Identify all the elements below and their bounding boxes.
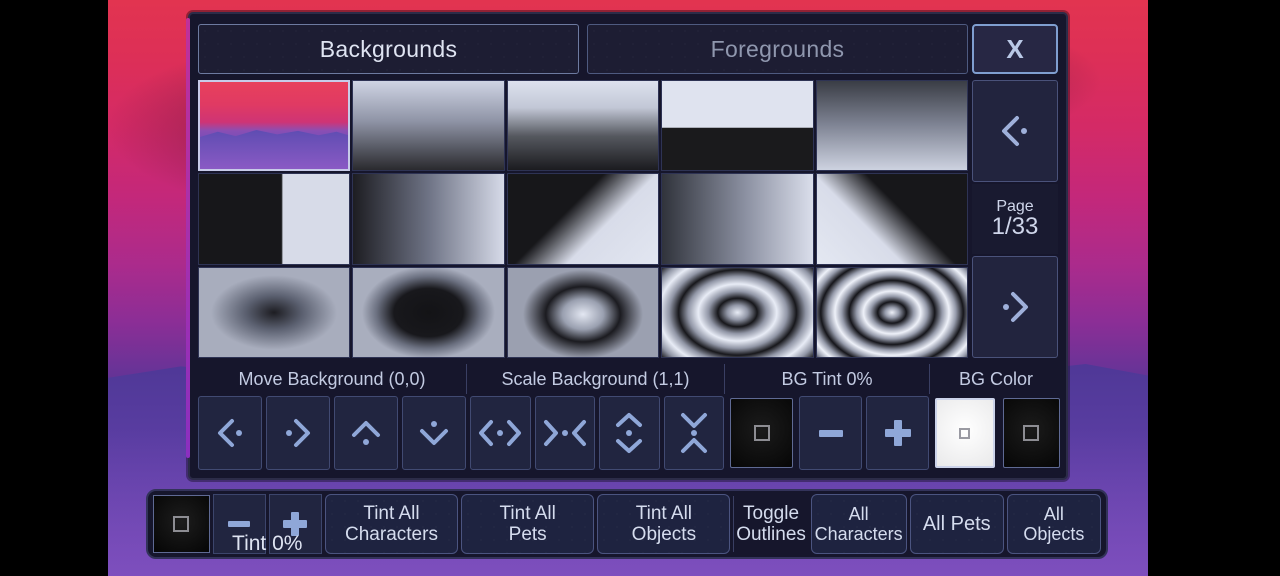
chevron-right-dot-icon — [276, 411, 320, 455]
bg-color-label: BG Color — [929, 364, 1062, 394]
pagination-controls: Page 1/33 — [972, 80, 1058, 358]
bg-tint-label: BG Tint 0% — [724, 364, 929, 394]
plus-icon — [878, 413, 918, 453]
move-right-button[interactable] — [266, 396, 330, 470]
toggle-outlines-all-characters-button[interactable]: All Characters — [810, 494, 907, 554]
tint-all-characters-button[interactable]: Tint All Characters — [324, 494, 459, 554]
plus-icon — [277, 506, 313, 542]
next-page-button[interactable] — [972, 256, 1058, 358]
bg-tint-increase-button[interactable] — [866, 396, 929, 470]
move-left-button[interactable] — [198, 396, 262, 470]
swatch-inner-square — [173, 516, 190, 532]
bg-tint-swatch[interactable] — [730, 398, 793, 468]
tab-foregrounds[interactable]: Foregrounds — [587, 24, 968, 74]
global-tint-swatch[interactable] — [153, 495, 210, 553]
thumbnail-diagonal-gradient-up[interactable] — [815, 173, 968, 265]
swatch-inner-square — [1023, 425, 1040, 441]
control-button-row — [198, 396, 1062, 470]
chevron-down-dot-icon — [412, 411, 456, 455]
close-button[interactable]: X — [972, 24, 1058, 74]
thumbnail-radial-ellipse-dark[interactable] — [352, 266, 505, 358]
bg-color-controls — [929, 396, 1062, 470]
move-controls — [198, 396, 466, 470]
thumbnail-mountain-scene[interactable] — [198, 80, 351, 172]
bg-tint-controls — [724, 396, 929, 470]
toggle-outlines-all-pets-button[interactable]: All Pets — [909, 494, 1004, 554]
thumbnail-concentric-rings-wide[interactable] — [661, 266, 814, 358]
thumbnail-vertical-gradient-white-black-hard[interactable] — [506, 80, 660, 172]
background-picker-panel: Backgrounds Foregrounds X Page 1/33 Move… — [186, 12, 1068, 480]
expand-vertical-icon — [607, 409, 651, 457]
thumbnail-vertical-gradient-black-white[interactable] — [815, 80, 968, 172]
move-up-button[interactable] — [334, 396, 398, 470]
move-background-label: Move Background (0,0) — [238, 368, 426, 389]
tab-bar: Backgrounds Foregrounds — [198, 24, 968, 74]
thumbnail-diagonal-gradient-down[interactable] — [506, 173, 660, 265]
thumbnail-horizontal-gradient-black-white[interactable] — [352, 173, 505, 265]
global-tint-decrease-button[interactable] — [212, 494, 266, 554]
bg-tint-decrease-button[interactable] — [799, 396, 862, 470]
scale-wider-button[interactable] — [470, 396, 531, 470]
control-section-labels: Move Background (0,0) Scale Background (… — [198, 364, 1062, 394]
scale-taller-button[interactable] — [599, 396, 660, 470]
thumbnail-horizon-split[interactable] — [661, 80, 814, 172]
letterbox-right — [1148, 0, 1280, 576]
scale-controls — [466, 396, 724, 470]
contract-horizontal-icon — [541, 411, 589, 455]
chevron-left-dot-icon — [991, 107, 1039, 155]
scale-background-label: Scale Background (1,1) — [466, 364, 724, 394]
chevron-right-dot-icon — [991, 283, 1039, 331]
tint-all-pets-button[interactable]: Tint All Pets — [461, 494, 595, 554]
page-indicator: Page 1/33 — [972, 184, 1058, 254]
expand-horizontal-icon — [476, 411, 524, 455]
swatch-inner-square — [753, 425, 770, 441]
global-tint-increase-button[interactable] — [268, 494, 322, 554]
swatch-inner-square — [959, 427, 971, 439]
bg-color-white-swatch[interactable] — [935, 398, 995, 468]
thumbnail-radial-dark-center[interactable] — [198, 266, 351, 358]
minus-icon — [221, 506, 257, 542]
bg-color-black-swatch[interactable] — [1002, 398, 1060, 468]
global-tint-stepper: Tint 0% — [212, 494, 322, 555]
page-value: 1/33 — [991, 212, 1039, 240]
thumbnail-radial-light-center[interactable] — [506, 266, 660, 358]
previous-page-button[interactable] — [972, 80, 1058, 182]
chevron-left-dot-icon — [208, 411, 252, 455]
chevron-up-dot-icon — [344, 411, 388, 455]
global-tint-toolbar: Tint 0% Tint All Characters Tint All Pets … — [146, 489, 1108, 559]
scale-shorter-button[interactable] — [663, 396, 724, 470]
toggle-outlines-label: Toggle Outlines — [733, 496, 807, 552]
tint-all-objects-button[interactable]: Tint All Objects — [597, 494, 731, 554]
minus-icon — [811, 413, 851, 453]
thumbnail-horizontal-gradient-white-black[interactable] — [661, 173, 814, 265]
scale-narrower-button[interactable] — [534, 396, 595, 470]
thumbnail-vertical-gradient-white-black[interactable] — [352, 80, 505, 172]
letterbox-left — [0, 0, 108, 576]
thumbnail-concentric-rings-tight[interactable] — [815, 266, 968, 358]
toggle-outlines-all-objects-button[interactable]: All Objects — [1006, 494, 1102, 554]
tab-backgrounds[interactable]: Backgrounds — [198, 24, 579, 74]
thumbnail-vertical-split[interactable] — [198, 173, 351, 265]
thumbnail-grid — [198, 80, 968, 358]
contract-vertical-icon — [672, 409, 716, 457]
move-down-button[interactable] — [402, 396, 466, 470]
